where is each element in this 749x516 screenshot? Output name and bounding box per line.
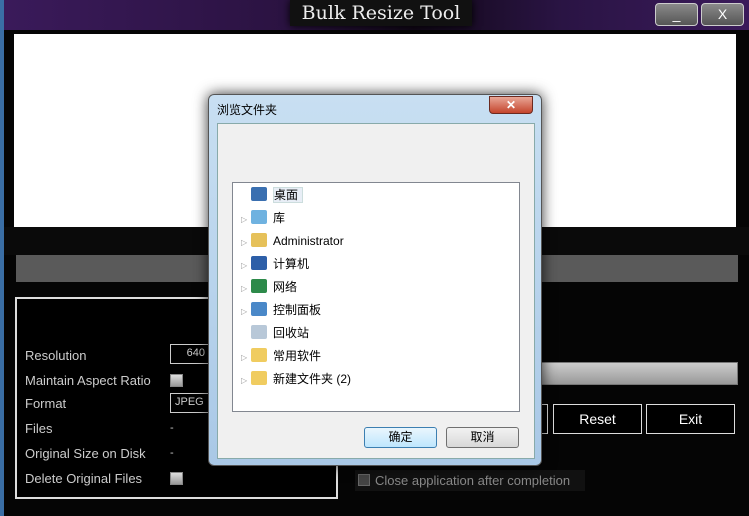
- dialog-title: 浏览文件夹: [217, 103, 278, 117]
- cancel-button[interactable]: 取消: [446, 427, 519, 448]
- resolution-label: Resolution: [25, 348, 87, 363]
- tree-item[interactable]: ▷ Administrator: [241, 231, 344, 251]
- reset-button[interactable]: Reset: [553, 404, 642, 434]
- network-icon: [251, 279, 267, 293]
- progress-bar: [540, 362, 738, 385]
- expand-arrow-icon[interactable]: ▷: [241, 210, 251, 230]
- tree-item[interactable]: 桌面: [241, 185, 304, 205]
- tree-item[interactable]: ▷ 常用软件: [241, 346, 321, 366]
- expand-arrow-icon[interactable]: ▷: [241, 348, 251, 368]
- expand-arrow-icon[interactable]: ▷: [241, 302, 251, 322]
- tree-item-label: Administrator: [273, 234, 344, 248]
- exit-button[interactable]: Exit: [646, 404, 735, 434]
- close-after-label: Close application after completion: [375, 473, 571, 488]
- title-bar: Bulk Resize Tool _ X: [4, 0, 749, 30]
- close-button[interactable]: X: [701, 3, 744, 26]
- expand-arrow-icon[interactable]: ▷: [241, 256, 251, 276]
- format-label: Format: [25, 396, 67, 411]
- computer-icon: [251, 256, 267, 270]
- control-panel-icon: [251, 302, 267, 316]
- browse-folder-dialog: 浏览文件夹 ✕ 桌面 ▷ 库 ▷ Administrator ▷ 计算机 ▷ 网络 ▷ 控制面板 回收…: [208, 94, 542, 466]
- desktop-icon: [251, 187, 267, 201]
- tree-item[interactable]: 回收站: [241, 323, 309, 343]
- folder-icon: [251, 348, 267, 362]
- aspect-label: Maintain Aspect Ratio: [25, 373, 151, 388]
- dialog-body: 桌面 ▷ 库 ▷ Administrator ▷ 计算机 ▷ 网络 ▷ 控制面板 回收站 ▷ 常用软件 ▷ 新…: [217, 123, 535, 459]
- expand-arrow-icon[interactable]: ▷: [241, 233, 251, 253]
- size-value: -: [170, 447, 174, 459]
- resolution-input[interactable]: 640: [170, 344, 210, 364]
- expand-arrow-icon[interactable]: ▷: [241, 279, 251, 299]
- user-folder-icon: [251, 233, 267, 247]
- tree-item-label: 计算机: [273, 257, 310, 271]
- format-select[interactable]: JPEG: [170, 393, 210, 413]
- aspect-checkbox[interactable]: [170, 374, 183, 387]
- tree-item[interactable]: ▷ 库: [241, 208, 285, 228]
- tree-item-label: 常用软件: [273, 349, 322, 363]
- tree-item-label: 桌面: [273, 187, 304, 203]
- tree-item[interactable]: ▷ 网络: [241, 277, 297, 297]
- expand-arrow-icon[interactable]: ▷: [241, 371, 251, 391]
- tree-item[interactable]: ▷ 计算机: [241, 254, 309, 274]
- files-label: Files: [25, 421, 53, 436]
- ok-button[interactable]: 确定: [364, 427, 437, 448]
- app-title: Bulk Resize Tool: [290, 0, 472, 26]
- delete-checkbox[interactable]: [170, 472, 183, 485]
- tree-item[interactable]: ▷ 新建文件夹 (2): [241, 369, 351, 389]
- dialog-close-button[interactable]: ✕: [489, 96, 533, 114]
- tree-item[interactable]: ▷ 控制面板: [241, 300, 321, 320]
- delete-label: Delete Original Files: [25, 471, 143, 486]
- files-value: -: [170, 422, 174, 434]
- tree-item-label: 回收站: [273, 326, 310, 340]
- library-icon: [251, 210, 267, 224]
- close-after-option[interactable]: Close application after completion: [355, 470, 585, 491]
- tree-item-label: 网络: [273, 280, 298, 294]
- minimize-button[interactable]: _: [655, 3, 698, 26]
- close-after-checkbox[interactable]: [358, 474, 370, 486]
- tree-item-label: 新建文件夹 (2): [273, 372, 352, 386]
- size-label: Original Size on Disk: [25, 446, 146, 461]
- recycle-bin-icon: [251, 325, 267, 339]
- tree-item-label: 库: [273, 211, 286, 225]
- folder-tree[interactable]: 桌面 ▷ 库 ▷ Administrator ▷ 计算机 ▷ 网络 ▷ 控制面板 回收站 ▷ 常用软件 ▷ 新…: [232, 182, 520, 412]
- tree-item-label: 控制面板: [273, 303, 322, 317]
- folder-icon: [251, 371, 267, 385]
